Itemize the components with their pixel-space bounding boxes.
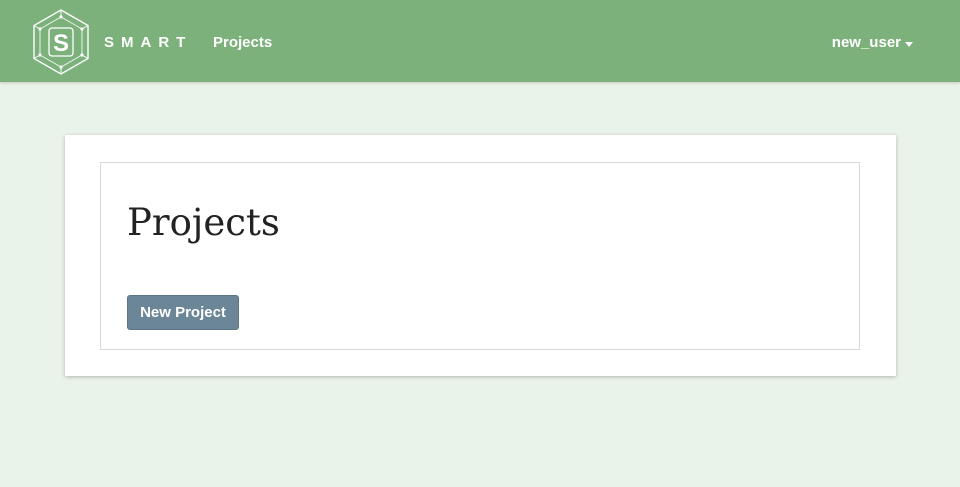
- brand-name[interactable]: SMART: [104, 34, 192, 52]
- logo-letter: S: [53, 30, 69, 57]
- user-menu-label: new_user: [831, 34, 901, 51]
- projects-card: Projects New Project: [65, 135, 896, 376]
- caret-down-icon: [905, 41, 913, 47]
- projects-panel: Projects New Project: [100, 162, 860, 350]
- top-navbar: S SMART Projects new_user: [0, 0, 960, 82]
- user-menu-dropdown[interactable]: new_user: [832, 33, 913, 53]
- smart-logo-icon[interactable]: S: [31, 8, 91, 76]
- nav-link-projects[interactable]: Projects: [213, 33, 272, 53]
- page-title: Projects: [127, 201, 280, 244]
- new-project-button[interactable]: New Project: [127, 295, 239, 330]
